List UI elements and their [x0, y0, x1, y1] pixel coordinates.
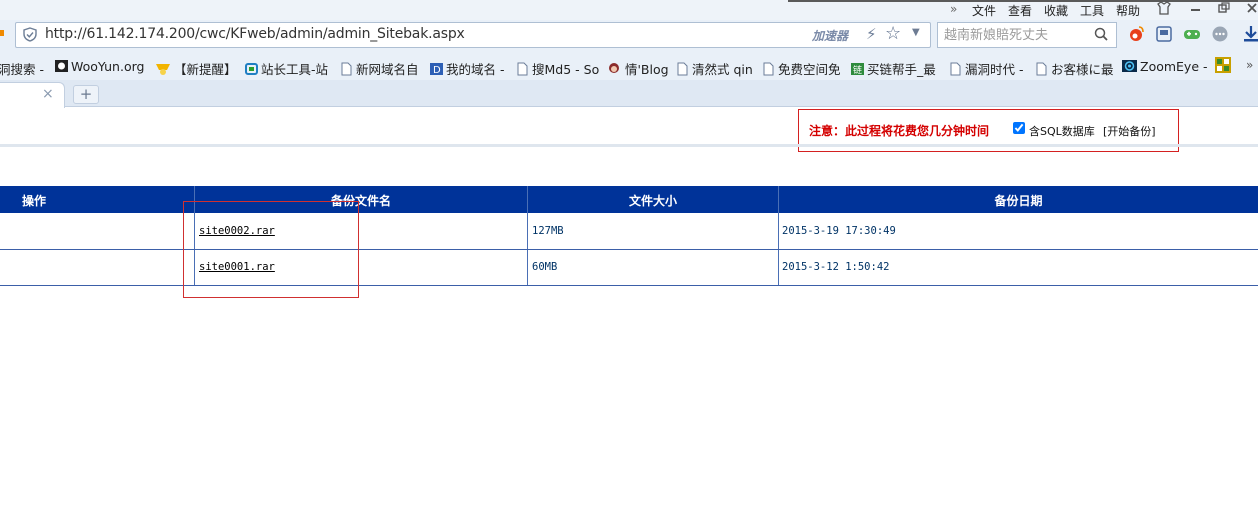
favorite-star-icon[interactable]: ☆ [885, 23, 901, 44]
minimize-icon[interactable] [1190, 1, 1202, 19]
wooyun-icon [55, 60, 68, 72]
backup-file-link[interactable]: site0001.rar [199, 261, 275, 273]
new-tab-button[interactable]: + [73, 85, 99, 104]
search-input[interactable] [942, 25, 1091, 45]
page-icon [517, 62, 528, 76]
menu-tools[interactable]: 工具 [1080, 2, 1104, 19]
column-header-filename: 备份文件名 [330, 194, 391, 208]
start-backup-link[interactable]: [开始备份] [1103, 123, 1156, 139]
zoomeye-icon [1122, 60, 1137, 72]
download-icon[interactable] [1242, 25, 1258, 43]
more-options-icon[interactable] [1211, 25, 1229, 43]
menu-favorites[interactable]: 收藏 [1044, 2, 1068, 19]
bookmark-grid-icon[interactable] [1215, 57, 1231, 73]
screenshot-icon[interactable] [1155, 25, 1173, 43]
svg-text:链: 链 [853, 64, 862, 76]
bookmark-item[interactable]: 清然式 qin [676, 59, 753, 78]
menu-file[interactable]: 文件 [972, 2, 996, 19]
bookmark-item[interactable]: ZoomEye - [1122, 59, 1208, 74]
tab-current[interactable]: × [0, 82, 65, 108]
domain-d-icon: D [430, 63, 443, 76]
bookmarks-overflow-icon[interactable]: » [1246, 58, 1253, 72]
tab-close-icon[interactable]: × [42, 86, 54, 102]
bookmark-label: 情'Blog [625, 62, 669, 77]
medal-icon [156, 64, 170, 75]
menu-help[interactable]: 帮助 [1116, 2, 1140, 19]
bookmark-label: お客様に最 [1051, 62, 1114, 77]
warning-text: 注意：此过程将花费您几分钟时间 [809, 124, 990, 138]
column-header-date: 备份日期 [994, 194, 1043, 208]
bookmarks-bar: 洞搜索 - WooYun.org 【新提醒】 站长工具-站 新网域名自 D 我的域… [0, 52, 1258, 80]
backup-date-cell: 2015-3-12 1:50:42 [782, 261, 890, 273]
url-text[interactable]: http://61.142.174.200/cwc/KFweb/admin/ad… [45, 26, 465, 42]
dropdown-arrow-icon[interactable]: ▼ [912, 27, 920, 38]
bookmark-item[interactable]: 洞搜索 - [0, 59, 44, 78]
bookmark-label: 新网域名自 [356, 62, 419, 77]
lightning-icon[interactable]: ⚡ [866, 25, 877, 43]
restore-icon[interactable] [1218, 1, 1230, 19]
bookmark-label: 清然式 qin [692, 62, 753, 77]
file-size-cell: 60MB [532, 261, 558, 273]
skin-icon[interactable] [1156, 1, 1172, 19]
bookmark-item[interactable]: 【新提醒】 [155, 59, 237, 78]
bookmark-item[interactable]: D 我的域名 - [430, 59, 504, 78]
bookmark-item[interactable]: WooYun.org [55, 59, 144, 74]
bookmark-label: ZoomEye - [1140, 59, 1208, 74]
bookmark-item[interactable]: 新网域名自 [340, 59, 419, 78]
weibo-icon[interactable] [1127, 25, 1145, 43]
backup-date-cell: 2015-3-19 17:30:49 [782, 225, 896, 237]
bookmark-item[interactable]: 情'Blog [606, 59, 669, 78]
page-icon [341, 62, 352, 76]
security-shield-icon[interactable] [23, 27, 37, 42]
content-divider [0, 144, 1258, 147]
bookmark-label: 我的域名 - [446, 62, 505, 77]
column-header-action: 操作 [22, 194, 47, 208]
menu-view[interactable]: 查看 [1008, 2, 1032, 19]
table-header-row: 操作 备份文件名 文件大小 备份日期 [0, 186, 1258, 213]
bookmark-label: 洞搜索 - [0, 62, 44, 77]
sidebar-tab-indicator[interactable] [0, 30, 4, 36]
grid-line [194, 186, 195, 286]
bookmark-label: 搜Md5 - So [532, 62, 600, 77]
game-controller-icon[interactable] [1183, 25, 1201, 43]
file-size-cell: 127MB [532, 225, 564, 237]
search-icon[interactable] [1094, 27, 1108, 41]
bookmark-label: 站长工具-站 [261, 62, 329, 77]
column-header-size: 文件大小 [628, 194, 677, 208]
include-sql-label: 含SQL数据库 [1029, 125, 1095, 138]
page-icon [1036, 62, 1047, 76]
bookmark-label: 【新提醒】 [174, 62, 237, 77]
grid-line [778, 186, 779, 286]
svg-text:D: D [433, 65, 441, 76]
menu-bar: » 文件 查看 收藏 工具 帮助 [0, 0, 1258, 20]
menu-overflow-chevron[interactable]: » [950, 2, 957, 16]
grid-line [0, 285, 1258, 286]
grid-line [0, 249, 1258, 250]
bookmark-label: 买链帮手_最 [867, 62, 936, 77]
page-icon [763, 62, 774, 76]
bookmark-item[interactable]: 站长工具-站 [245, 59, 328, 78]
close-icon[interactable] [1246, 1, 1258, 19]
page-icon [677, 62, 688, 76]
bookmark-item[interactable]: 免费空间免 [762, 59, 841, 78]
avatar-icon [609, 63, 619, 73]
grid-line [527, 186, 528, 286]
bookmark-label: WooYun.org [71, 59, 145, 74]
bookmark-label: 免费空间免 [778, 62, 841, 77]
site-tool-icon [245, 63, 258, 75]
bookmark-item[interactable]: 链买链帮手_最 [851, 59, 936, 78]
link-helper-icon: 链 [851, 63, 864, 76]
bookmark-label: 漏洞时代 - [965, 62, 1024, 77]
page-icon [950, 62, 961, 76]
bookmark-item[interactable]: 搜Md5 - So [516, 59, 599, 78]
accelerator-button[interactable]: 加速器 [812, 27, 848, 44]
include-sql-checkbox[interactable] [1013, 122, 1025, 134]
bookmark-item[interactable]: 漏洞时代 - [949, 59, 1023, 78]
bookmark-item[interactable]: お客様に最 [1035, 59, 1114, 78]
address-bar[interactable]: http://61.142.174.200/cwc/KFweb/admin/ad… [15, 22, 931, 48]
search-box[interactable] [937, 22, 1117, 48]
backup-file-link[interactable]: site0002.rar [199, 225, 275, 237]
tab-strip [0, 80, 1258, 107]
